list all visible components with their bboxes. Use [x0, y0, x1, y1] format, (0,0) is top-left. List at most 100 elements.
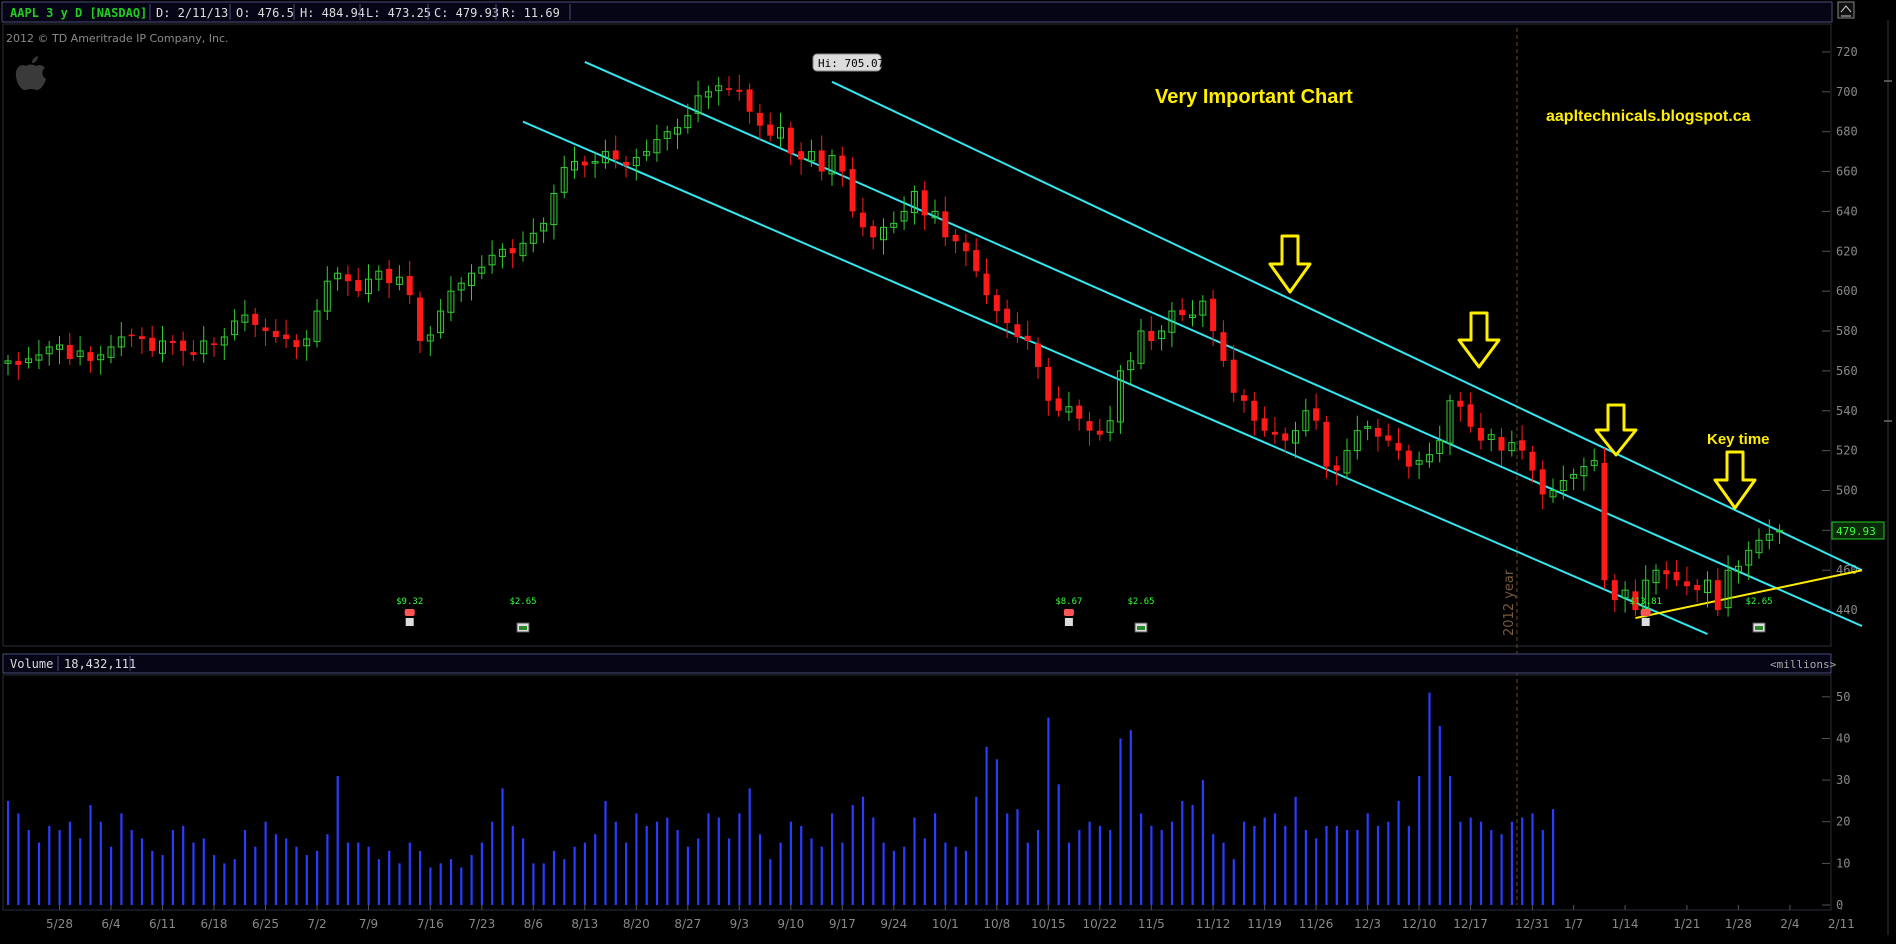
volume-bar — [460, 867, 463, 905]
volume-bar — [738, 813, 741, 905]
event-label: $2.65 — [509, 597, 536, 607]
candle-body-down — [1076, 405, 1083, 419]
volume-bar — [954, 846, 957, 905]
candle-body-down — [1333, 465, 1340, 471]
volume-bar — [563, 859, 566, 905]
close-label: C: 479.93 — [434, 6, 499, 20]
volume-bar — [274, 834, 277, 905]
volume-bar — [1016, 809, 1019, 905]
candle-body-down — [1694, 584, 1701, 591]
volume-bar — [1273, 813, 1277, 905]
dividend-icon-fill — [1137, 626, 1145, 630]
volume-bar — [192, 842, 195, 905]
event-label: $2.65 — [1127, 597, 1154, 607]
volume-bar — [79, 838, 82, 905]
volume-bar — [68, 821, 71, 905]
volume-bar — [542, 863, 545, 905]
channel-upper-line — [831, 80, 1863, 572]
date-tick-label: 6/4 — [101, 917, 120, 931]
volume-bar — [171, 830, 174, 905]
volume-bar — [1191, 805, 1194, 905]
volume-bar — [1057, 784, 1060, 905]
volume-bar — [1428, 692, 1431, 905]
volume-bar — [769, 859, 772, 905]
candle-body-down — [87, 352, 94, 361]
down-arrow-icon — [1268, 234, 1312, 294]
volume-bar — [1407, 825, 1410, 905]
candle-body-down — [942, 211, 949, 238]
key-time-text: Key time — [1707, 431, 1770, 448]
volume-bar — [707, 813, 710, 905]
volume-bar — [1469, 817, 1472, 905]
volume-bar — [223, 863, 226, 905]
volume-bar — [1067, 842, 1071, 905]
volume-bar — [800, 825, 803, 905]
date-tick-label: 1/21 — [1673, 917, 1700, 931]
date-tick-label: 10/8 — [983, 917, 1010, 931]
channel-lower-line — [522, 120, 1708, 635]
candle-body-down — [211, 343, 217, 345]
candle-body-down — [746, 89, 753, 112]
candle-body-down — [1055, 398, 1062, 411]
volume-bar — [1335, 825, 1338, 905]
volume-bar — [645, 825, 648, 905]
volume-bar — [264, 821, 267, 905]
volume-bar — [182, 825, 185, 905]
volume-bar — [357, 842, 360, 905]
volume-bar — [892, 850, 895, 905]
volume-bar — [388, 850, 391, 905]
event-label: $8.67 — [1055, 597, 1082, 607]
scroll-tick — [1884, 80, 1892, 82]
volume-bar — [861, 796, 865, 905]
candle-body-down — [1385, 435, 1392, 441]
candle-body-down — [417, 297, 423, 341]
candle-body-down — [756, 112, 763, 126]
volume-bar — [120, 813, 123, 905]
candle-body-down — [15, 360, 22, 365]
volume-bar — [336, 775, 339, 905]
volume-bar — [48, 825, 51, 905]
volume-bar — [1006, 813, 1009, 905]
range-label: R: 11.69 — [502, 6, 560, 20]
volume-bar — [480, 842, 483, 905]
volume-bar — [604, 800, 607, 905]
volume-bar — [1397, 800, 1400, 905]
volume-bar — [923, 838, 926, 905]
volume-bar — [666, 817, 669, 905]
price-tick-label: 680 — [1836, 125, 1858, 139]
date-tick-label: 12/10 — [1402, 917, 1437, 931]
apple-logo-icon — [15, 56, 46, 90]
candle-body-down — [190, 352, 197, 355]
volume-bar — [1356, 830, 1359, 905]
date-tick-label: 1/7 — [1564, 917, 1583, 931]
earnings-doc-icon — [405, 618, 414, 626]
candle-body-down — [1271, 431, 1278, 435]
stock-chart: AAPL 3 y D [NASDAQ] D: 2/11/13 O: 476.5 … — [0, 0, 1896, 940]
blog-url-text: aapltechnicals.blogspot.ca — [1546, 108, 1751, 125]
volume-bar — [130, 830, 133, 905]
volume-bar — [27, 830, 30, 905]
volume-bar — [934, 813, 937, 905]
symbol-label[interactable]: AAPL 3 y D [NASDAQ] — [10, 6, 147, 20]
volume-bar — [1449, 775, 1452, 905]
volume-bar — [110, 846, 113, 905]
volume-units: <millions> — [1770, 658, 1837, 671]
volume-bar — [449, 859, 453, 905]
candle-body-down — [1539, 469, 1546, 495]
date-tick-label: 9/10 — [777, 917, 804, 931]
volume-bar — [1222, 842, 1225, 905]
volume-bar — [625, 842, 628, 905]
event-label: $9.32 — [396, 597, 423, 607]
date-tick-label: 9/17 — [829, 917, 856, 931]
volume-bar — [1047, 717, 1050, 905]
volume-bar — [1366, 813, 1369, 905]
candle-body-down — [921, 190, 928, 216]
volume-bar — [594, 834, 597, 905]
candle-body-down — [767, 124, 774, 136]
candle-body-down — [1014, 324, 1021, 337]
high-marker-label: Hi: 705.07 — [818, 57, 884, 70]
volume-bar — [1150, 825, 1153, 905]
candle-body-down — [169, 340, 176, 343]
candle-body-down — [509, 248, 516, 254]
candle-body-down — [952, 234, 959, 242]
